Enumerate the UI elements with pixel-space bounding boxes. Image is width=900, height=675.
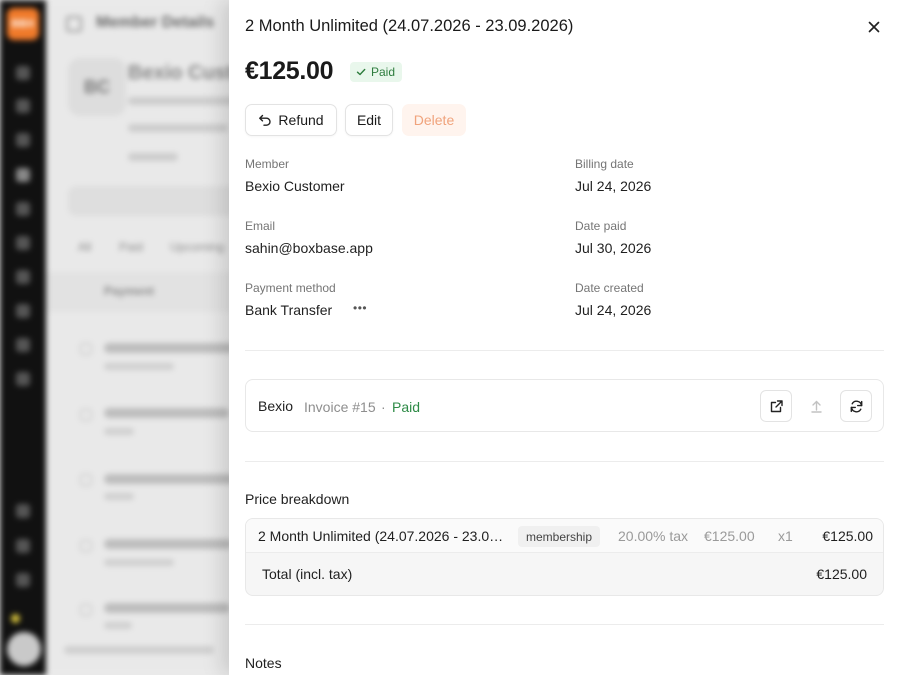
invoice-number: Invoice #15: [304, 399, 376, 415]
invoice-card: Bexio Invoice #15 · Paid: [245, 379, 884, 432]
price-breakdown-title: Price breakdown: [245, 491, 350, 507]
member-meta-line: [128, 153, 178, 161]
refresh-icon: [850, 400, 862, 412]
line-item-unit-price: €125.00: [704, 528, 755, 544]
price-line-item: 2 Month Unlimited (24.07.2026 - 23.09.20…: [246, 519, 883, 553]
table-row-sub: [104, 493, 134, 500]
upload-icon: [810, 400, 822, 413]
page-title: Member Details: [96, 14, 215, 31]
line-item-type-tag: membership: [518, 526, 601, 547]
payments-table-header: Payment: [46, 272, 246, 312]
date-created-value: Jul 24, 2026: [575, 302, 652, 318]
app-sidebar-rail: BBX: [0, 0, 46, 675]
refund-button[interactable]: Refund: [245, 104, 337, 136]
status-badge: Paid: [350, 62, 403, 82]
member-meta-line: [128, 124, 228, 132]
check-icon: [356, 68, 366, 76]
line-item-tax: 20.00% tax: [618, 528, 689, 544]
external-link-icon: [770, 399, 783, 412]
table-row[interactable]: [104, 343, 234, 353]
invoice-provider: Bexio: [258, 398, 294, 414]
more-options-icon[interactable]: •••: [353, 301, 367, 315]
date-paid-value: Jul 30, 2026: [575, 240, 652, 256]
filter-tab-upcoming[interactable]: Upcoming: [170, 240, 224, 254]
nav-settings-icon[interactable]: [16, 573, 30, 587]
divider: [245, 350, 884, 351]
table-row[interactable]: [104, 539, 232, 549]
delete-button[interactable]: Delete: [402, 104, 466, 136]
invoice-separator: ·: [381, 399, 386, 415]
edit-button-label: Edit: [356, 112, 382, 128]
member-label: Member: [245, 157, 290, 171]
table-row-sub: [104, 559, 174, 566]
total-value: €125.00: [816, 566, 867, 582]
pagination-summary: [64, 646, 214, 654]
billing-date-value: Jul 24, 2026: [575, 178, 652, 194]
sync-invoice-button[interactable]: [840, 390, 872, 422]
payment-amount: €125.00: [245, 57, 334, 85]
nav-help-icon[interactable]: [16, 504, 30, 518]
status-badge-label: Paid: [371, 65, 396, 79]
nav-globe-icon[interactable]: [16, 539, 30, 553]
sidebar-toggle-icon[interactable]: [66, 16, 82, 32]
refund-button-label: Refund: [278, 112, 324, 128]
table-row-sub: [104, 363, 174, 370]
table-row[interactable]: [104, 603, 230, 613]
divider: [245, 624, 884, 625]
member-meta-line: [128, 97, 238, 105]
nav-tag-icon[interactable]: [16, 270, 30, 284]
filter-tab-all[interactable]: All: [78, 240, 91, 254]
line-item-quantity: x1: [778, 528, 793, 544]
price-breakdown-card: 2 Month Unlimited (24.07.2026 - 23.09.20…: [245, 518, 884, 596]
member-avatar: BC: [68, 58, 126, 116]
invoice-status: Paid: [392, 399, 421, 415]
undo-icon: [259, 114, 272, 126]
filter-tab-paid[interactable]: Paid: [119, 240, 143, 254]
nav-phone-icon[interactable]: [16, 304, 30, 318]
payment-method-label: Payment method: [245, 281, 336, 295]
column-header-payment: Payment: [104, 284, 155, 298]
delete-button-label: Delete: [413, 112, 455, 128]
member-value: Bexio Customer: [245, 178, 345, 194]
payment-method-value: Bank Transfer: [245, 302, 333, 318]
line-item-total: €125.00: [822, 528, 873, 544]
nav-members-icon[interactable]: [16, 168, 30, 182]
email-label: Email: [245, 219, 276, 233]
nav-inbox-icon[interactable]: [16, 99, 30, 113]
row-checkbox[interactable]: [80, 540, 92, 552]
row-checkbox[interactable]: [80, 343, 92, 355]
payment-detail-drawer: 2 Month Unlimited (24.07.2026 - 23.09.20…: [229, 0, 900, 675]
app-logo: BBX: [7, 8, 39, 40]
line-item-name: 2 Month Unlimited (24.07.2026 - 23.09.20…: [258, 528, 508, 544]
close-button[interactable]: [863, 16, 885, 38]
date-paid-label: Date paid: [575, 219, 627, 233]
total-label: Total (incl. tax): [262, 566, 353, 582]
nav-folder-icon[interactable]: [16, 338, 30, 352]
nav-calendar-icon[interactable]: [16, 236, 30, 250]
date-created-label: Date created: [575, 281, 644, 295]
billing-date-label: Billing date: [575, 157, 634, 171]
row-checkbox[interactable]: [80, 604, 92, 616]
row-checkbox[interactable]: [80, 474, 92, 486]
email-value: sahin@boxbase.app: [245, 240, 373, 256]
status-dot: [11, 614, 20, 623]
nav-chart-icon[interactable]: [16, 372, 30, 386]
close-icon: [868, 21, 880, 33]
nav-tasks-icon[interactable]: [16, 202, 30, 216]
edit-button[interactable]: Edit: [345, 104, 393, 136]
table-row-sub: [104, 428, 134, 435]
table-row[interactable]: [104, 474, 234, 484]
row-checkbox[interactable]: [80, 409, 92, 421]
drawer-title: 2 Month Unlimited (24.07.2026 - 23.09.20…: [245, 17, 574, 35]
table-row-sub: [104, 622, 132, 629]
open-invoice-button[interactable]: [760, 390, 792, 422]
upload-invoice-button[interactable]: [800, 390, 832, 422]
user-avatar[interactable]: [7, 632, 41, 666]
table-row[interactable]: [104, 408, 229, 418]
nav-check-icon[interactable]: [16, 133, 30, 147]
divider: [245, 461, 884, 462]
nav-home-icon[interactable]: [16, 66, 30, 80]
notes-title: Notes: [245, 655, 282, 671]
